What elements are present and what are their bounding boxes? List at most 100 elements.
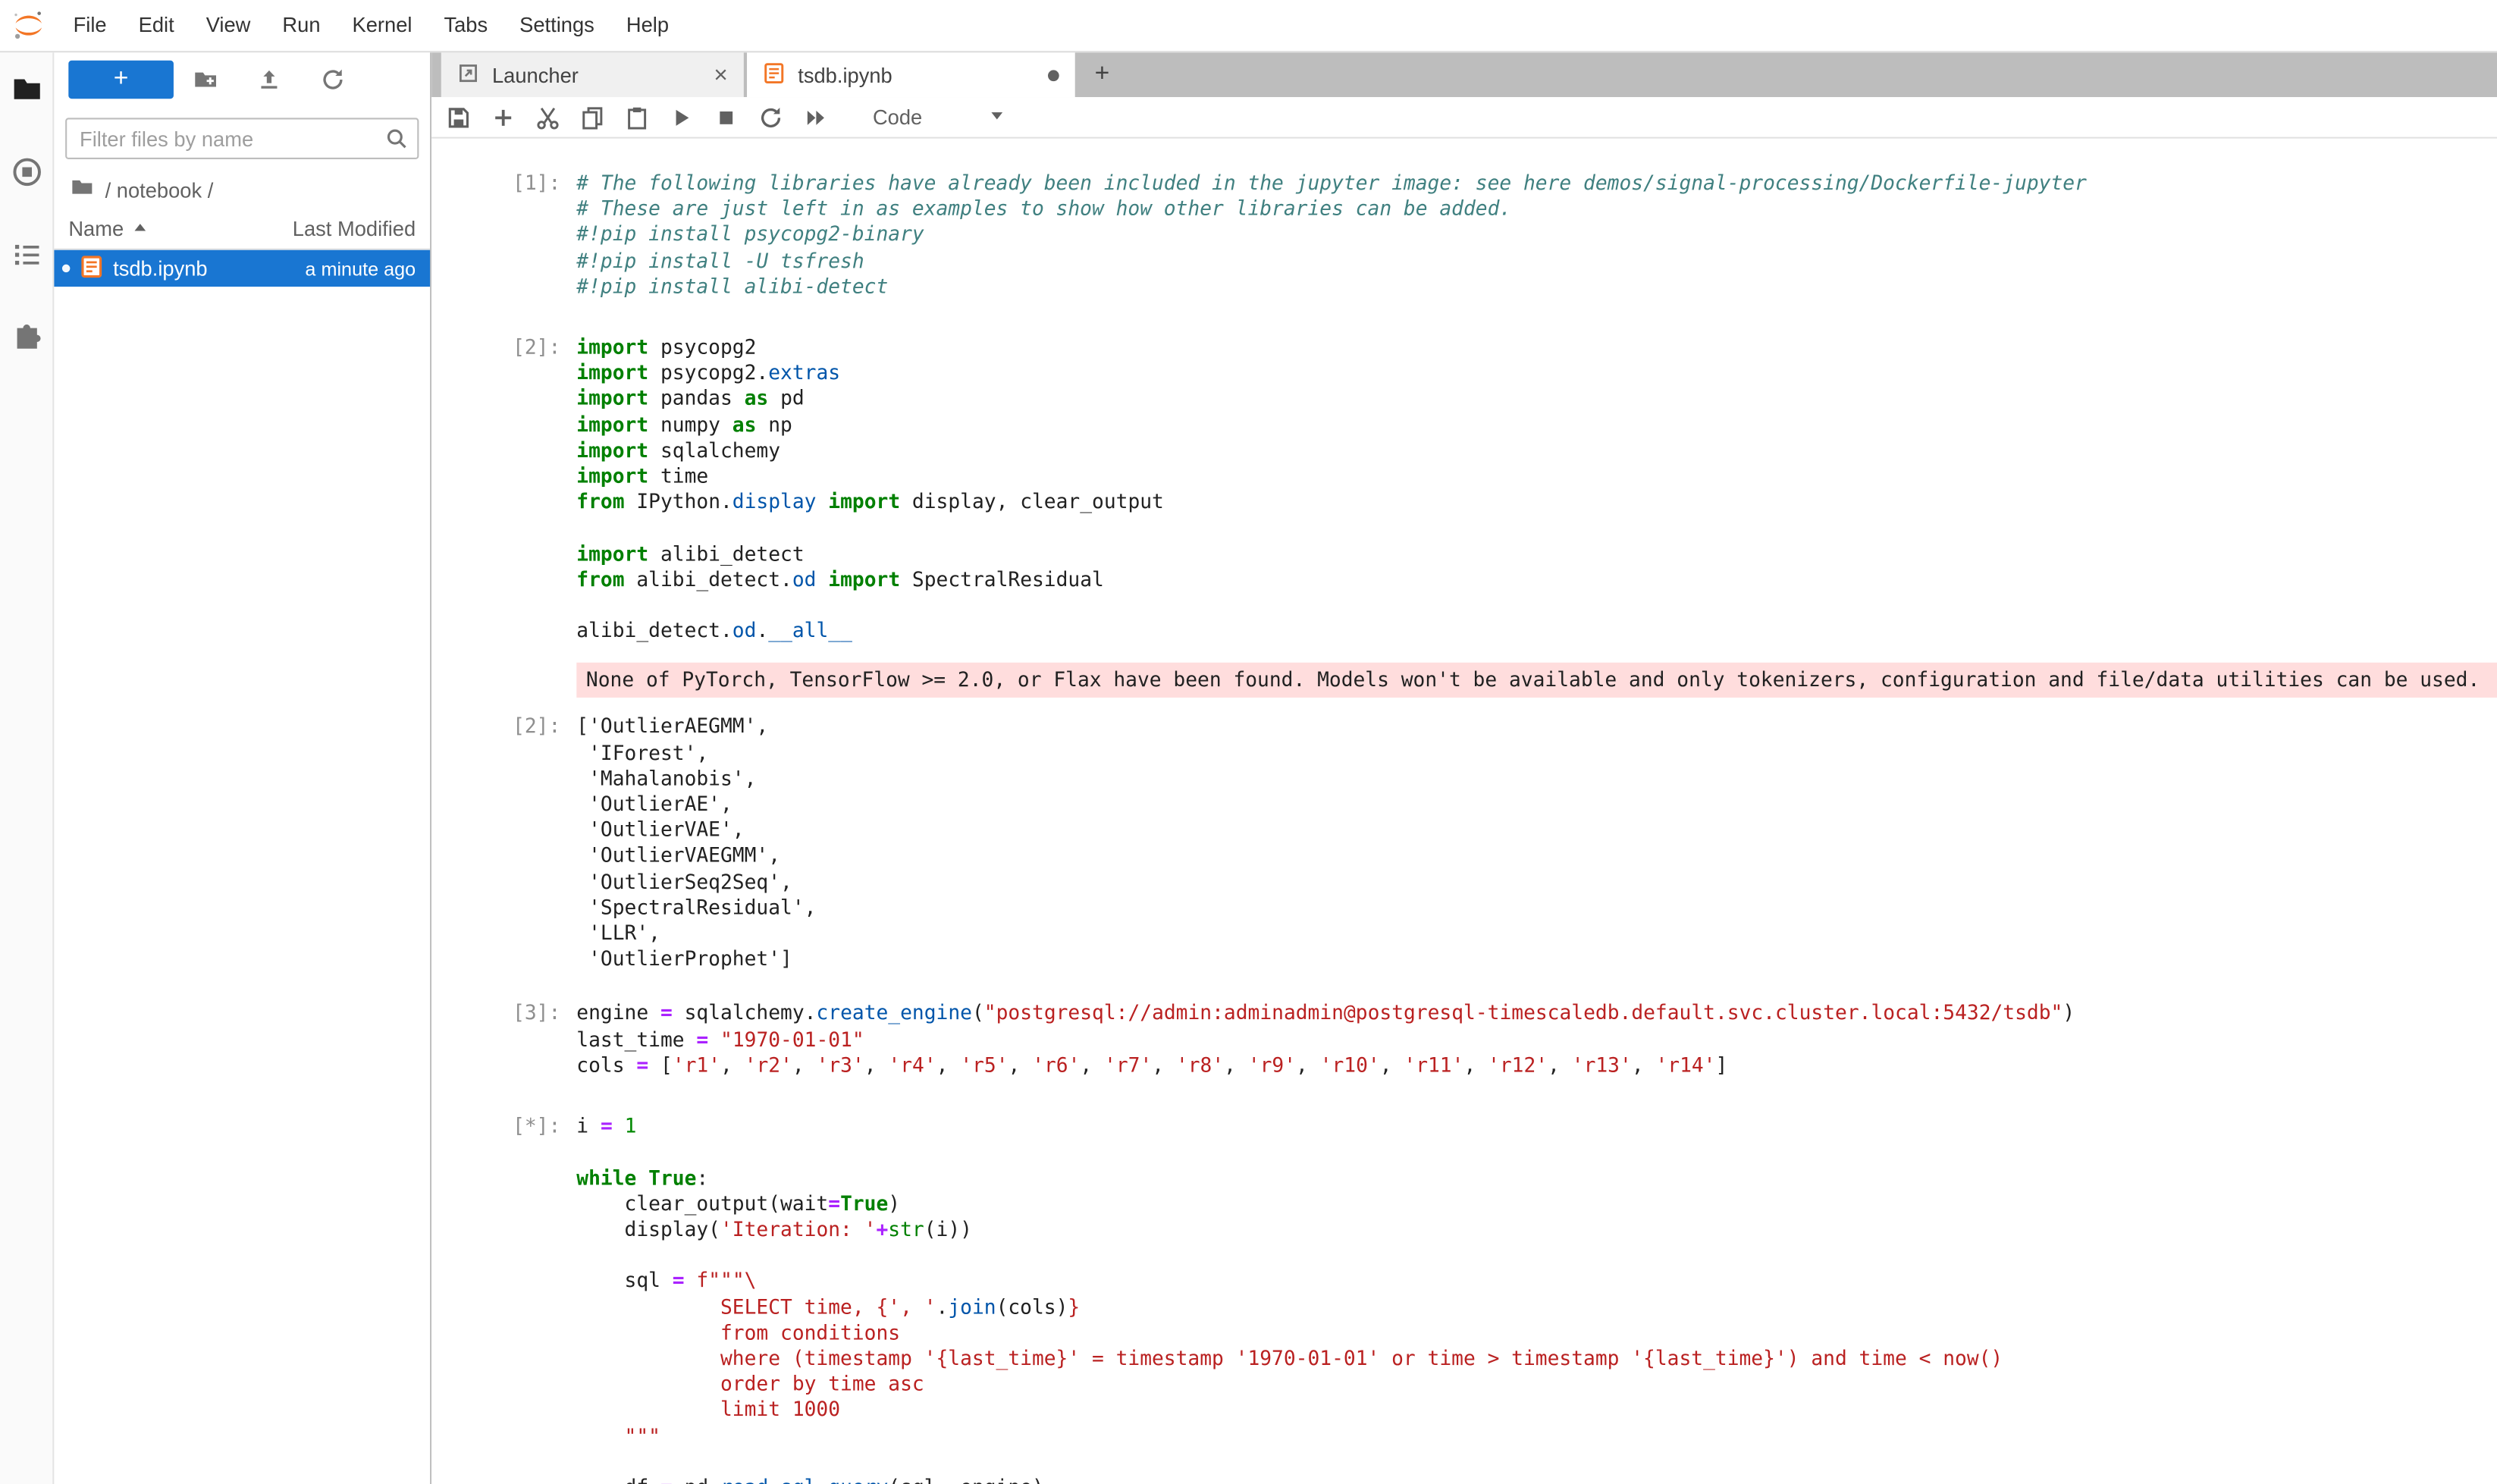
breadcrumb-path: / notebook / xyxy=(105,177,214,202)
cell-type-select[interactable]: Code xyxy=(873,105,1006,130)
breadcrumb[interactable]: / notebook / xyxy=(54,171,430,209)
code-line: last_time = "1970-01-01" xyxy=(576,1027,2497,1053)
code-line: import numpy as np xyxy=(576,412,2497,438)
code-cell: [*]:i = 1 while True: clear_output(wait=… xyxy=(431,1107,2497,1484)
code-line: engine = sqlalchemy.create_engine("postg… xyxy=(576,1001,2497,1027)
code-line: alibi_detect.od.__all__ xyxy=(576,618,2497,644)
column-header-name[interactable]: Name xyxy=(68,217,124,241)
code-line: cols = ['r1', 'r2', 'r3', 'r4', 'r5', 'r… xyxy=(576,1053,2497,1078)
tab-tsdb-notebook[interactable]: tsdb.ipynb xyxy=(747,52,1075,97)
menu-help[interactable]: Help xyxy=(610,0,685,51)
output-line: 'OutlierProphet'] xyxy=(576,946,2497,972)
code-cell: [1]:# The following libraries have alrea… xyxy=(431,164,2497,306)
menu-kernel[interactable]: Kernel xyxy=(337,0,428,51)
dock-tab-bar: Launcher × tsdb.ipynb + xyxy=(431,52,2497,97)
column-header-last-modified[interactable]: Last Modified xyxy=(293,217,416,241)
code-line: #!pip install alibi-detect xyxy=(576,274,2497,300)
code-line: from conditions xyxy=(576,1320,2497,1346)
cell-editor[interactable]: # The following libraries have already b… xyxy=(576,164,2497,306)
input-prompt: [3]: xyxy=(431,995,576,1085)
menu-tabs[interactable]: Tabs xyxy=(428,0,503,51)
cell-input-area: [*]:i = 1 while True: clear_output(wait=… xyxy=(431,1107,2497,1484)
new-folder-button[interactable] xyxy=(174,61,237,99)
cell-editor[interactable]: i = 1 while True: clear_output(wait=True… xyxy=(576,1107,2497,1484)
file-browser-icon[interactable] xyxy=(9,72,44,107)
insert-cell-icon[interactable] xyxy=(491,105,516,130)
copy-cells-icon[interactable] xyxy=(580,105,606,130)
code-line: import psycopg2 xyxy=(576,334,2497,360)
output-line: 'OutlierSeq2Seq', xyxy=(576,869,2497,895)
code-line: import sqlalchemy xyxy=(576,438,2497,463)
code-line: #!pip install psycopg2-binary xyxy=(576,222,2497,248)
output-line: 'OutlierVAE', xyxy=(576,817,2497,843)
jupyterlab-window: File Edit View Run Kernel Tabs Settings … xyxy=(0,0,2497,1484)
tab-launcher[interactable]: Launcher × xyxy=(441,52,744,97)
table-of-contents-icon[interactable] xyxy=(9,237,44,272)
save-icon[interactable] xyxy=(446,105,472,130)
code-line xyxy=(576,1449,2497,1475)
new-launcher-button[interactable]: + xyxy=(68,61,174,99)
main-dock-panel: Launcher × tsdb.ipynb + xyxy=(431,52,2497,1484)
code-line: df = pd.read_sql_query(sql, engine) xyxy=(576,1475,2497,1484)
cell-input-area: [2]:import psycopg2import psycopg2.extra… xyxy=(431,328,2497,651)
cell-editor[interactable]: engine = sqlalchemy.create_engine("postg… xyxy=(576,995,2497,1085)
new-tab-button[interactable]: + xyxy=(1078,52,1126,97)
input-prompt: [*]: xyxy=(431,1107,576,1484)
cell-editor[interactable]: import psycopg2import psycopg2.extras imp… xyxy=(576,328,2497,651)
code-line: order by time asc xyxy=(576,1372,2497,1398)
open-file-dot-icon xyxy=(62,265,71,273)
output-line: 'IForest', xyxy=(576,740,2497,766)
run-cell-icon[interactable] xyxy=(669,105,695,130)
extension-manager-icon[interactable] xyxy=(9,320,44,355)
code-line: limit 1000 xyxy=(576,1398,2497,1423)
file-name: tsdb.ipynb xyxy=(113,256,296,281)
file-list-header: Name Last Modified xyxy=(54,209,430,250)
folder-icon xyxy=(70,175,94,204)
menu-view[interactable]: View xyxy=(190,0,267,51)
cut-cells-icon[interactable] xyxy=(535,105,561,130)
code-line xyxy=(576,1242,2497,1268)
notebook-scroll-area[interactable]: [1]:# The following libraries have alrea… xyxy=(431,139,2497,1484)
filter-files-input[interactable] xyxy=(65,118,419,159)
restart-kernel-icon[interactable] xyxy=(758,105,784,130)
launcher-icon xyxy=(457,61,479,89)
code-line: from alibi_detect.od import SpectralResi… xyxy=(576,566,2497,592)
cell-input-area: [3]:engine = sqlalchemy.create_engine("p… xyxy=(431,995,2497,1085)
file-browser-panel: + / notebo xyxy=(54,52,431,1484)
code-line: import alibi_detect xyxy=(576,541,2497,566)
output-line: ['OutlierAEGMM', xyxy=(576,714,2497,740)
refresh-button[interactable] xyxy=(301,61,365,99)
jupyter-logo-icon xyxy=(0,8,58,43)
tab-label: tsdb.ipynb xyxy=(798,63,1035,87)
menu-edit[interactable]: Edit xyxy=(123,0,190,51)
output-line: 'SpectralResidual', xyxy=(576,895,2497,921)
sort-ascending-icon xyxy=(132,217,148,241)
output-line: 'Mahalanobis', xyxy=(576,766,2497,792)
code-line: where (timestamp '{last_time}' = timesta… xyxy=(576,1346,2497,1372)
restart-run-all-icon[interactable] xyxy=(803,105,829,130)
input-prompt: [1]: xyxy=(431,164,576,306)
running-sessions-icon[interactable] xyxy=(9,155,44,190)
code-line xyxy=(576,1139,2497,1165)
upload-button[interactable] xyxy=(237,61,301,99)
paste-cells-icon[interactable] xyxy=(624,105,650,130)
file-last-modified: a minute ago xyxy=(305,257,416,279)
code-line: # The following libraries have already b… xyxy=(576,171,2497,196)
code-line: clear_output(wait=True) xyxy=(576,1191,2497,1216)
menu-file[interactable]: File xyxy=(58,0,123,51)
output-prompt: [2]: xyxy=(431,707,576,972)
code-line: sql = f"""\ xyxy=(576,1268,2497,1294)
search-icon xyxy=(384,126,409,156)
input-prompt: [2]: xyxy=(431,328,576,651)
menu-run[interactable]: Run xyxy=(266,0,336,51)
menu-settings[interactable]: Settings xyxy=(503,0,610,51)
code-line: import psycopg2.extras xyxy=(576,360,2497,386)
code-line: import time xyxy=(576,463,2497,489)
code-line: display('Iteration: '+str(i)) xyxy=(576,1216,2497,1242)
code-line: #!pip install -U tsfresh xyxy=(576,248,2497,274)
file-row-tsdb[interactable]: tsdb.ipynb a minute ago xyxy=(54,250,430,287)
cell-output-area: [2]:['OutlierAEGMM', 'IForest', 'Mahalan… xyxy=(431,707,2497,972)
close-tab-icon[interactable]: × xyxy=(714,63,727,87)
interrupt-kernel-icon[interactable] xyxy=(714,105,739,130)
output-line: 'LLR', xyxy=(576,921,2497,946)
